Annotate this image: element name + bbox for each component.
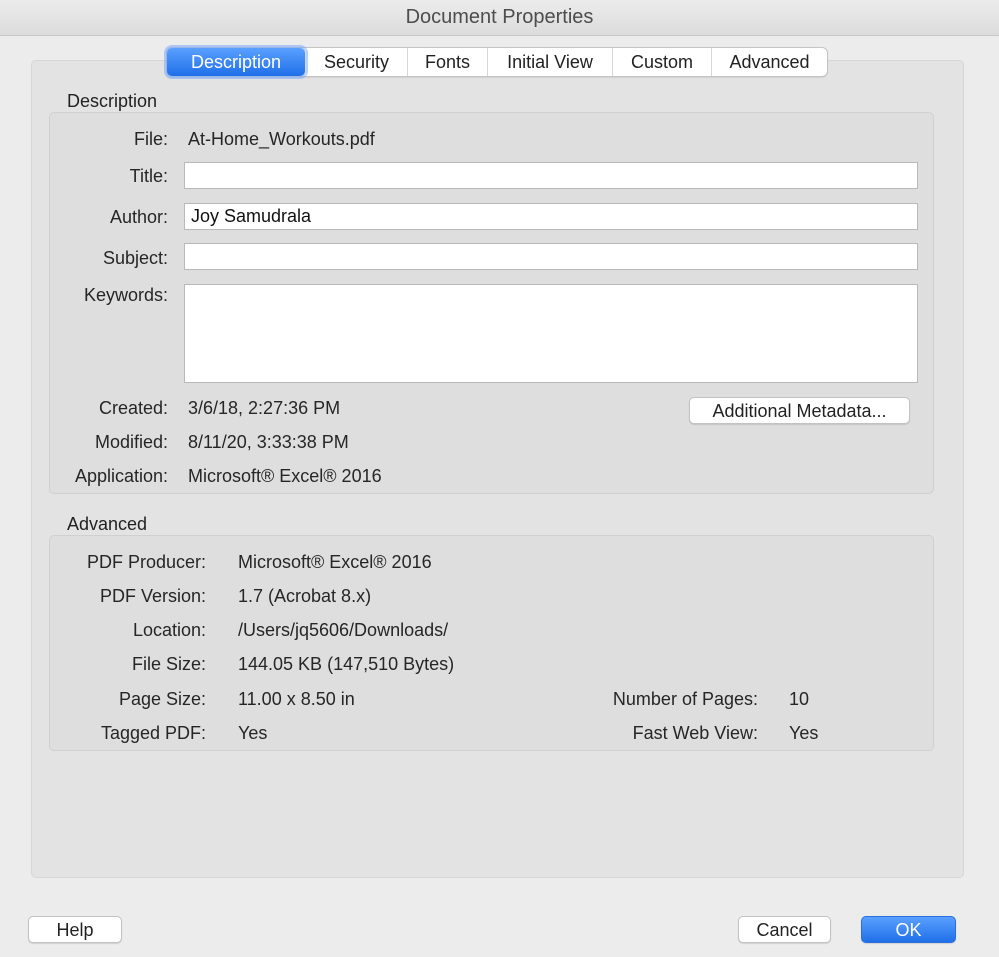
tab-fonts[interactable]: Fonts: [407, 48, 487, 76]
tab-initial-view[interactable]: Initial View: [487, 48, 612, 76]
additional-metadata-button[interactable]: Additional Metadata...: [689, 397, 910, 424]
application-value: Microsoft® Excel® 2016: [188, 466, 382, 486]
application-label: Application:: [74, 466, 168, 486]
location-label: Location:: [132, 620, 206, 640]
author-label: Author:: [109, 207, 168, 227]
location-value: /Users/jq5606/Downloads/: [238, 620, 449, 640]
help-button[interactable]: Help: [28, 916, 122, 943]
tab-security[interactable]: Security: [305, 48, 407, 76]
tab-description[interactable]: Description: [167, 48, 305, 76]
description-section-label: Description: [67, 91, 158, 111]
pdf-producer-value: Microsoft® Excel® 2016: [238, 552, 432, 572]
document-properties-window: Document Properties Description Security…: [0, 0, 999, 957]
tagged-pdf-value: Yes: [238, 723, 268, 743]
fast-web-view-value: Yes: [789, 723, 819, 743]
file-size-value: 144.05 KB (147,510 Bytes): [238, 654, 455, 674]
file-label: File:: [133, 129, 168, 149]
author-field[interactable]: [184, 203, 918, 230]
tab-bar: Description Security Fonts Initial View …: [166, 47, 828, 77]
pdf-version-value: 1.7 (Acrobat 8.x): [238, 586, 372, 606]
fast-web-view-label: Fast Web View:: [632, 723, 758, 743]
created-label: Created:: [98, 398, 168, 418]
pdf-producer-label: PDF Producer:: [86, 552, 206, 572]
keywords-field[interactable]: [184, 284, 918, 383]
subject-field[interactable]: [184, 243, 918, 270]
created-value: 3/6/18, 2:27:36 PM: [188, 398, 341, 418]
title-field[interactable]: [184, 162, 918, 189]
modified-label: Modified:: [94, 432, 168, 452]
file-value: At-Home_Workouts.pdf: [188, 129, 375, 149]
window-title: Document Properties: [0, 0, 999, 36]
num-pages-value: 10: [789, 689, 810, 709]
modified-value: 8/11/20, 3:33:38 PM: [188, 432, 349, 452]
page-size-label: Page Size:: [118, 689, 206, 709]
ok-button[interactable]: OK: [861, 916, 956, 943]
advanced-section-label: Advanced: [67, 514, 148, 534]
keywords-label: Keywords:: [83, 285, 168, 305]
tab-custom[interactable]: Custom: [612, 48, 711, 76]
tab-advanced[interactable]: Advanced: [711, 48, 827, 76]
num-pages-label: Number of Pages:: [612, 689, 758, 709]
tagged-pdf-label: Tagged PDF:: [100, 723, 206, 743]
page-size-value: 11.00 x 8.50 in: [238, 689, 355, 709]
file-size-label: File Size:: [131, 654, 206, 674]
subject-label: Subject:: [102, 248, 168, 268]
title-label: Title:: [129, 166, 168, 186]
cancel-button[interactable]: Cancel: [738, 916, 831, 943]
pdf-version-label: PDF Version:: [99, 586, 206, 606]
